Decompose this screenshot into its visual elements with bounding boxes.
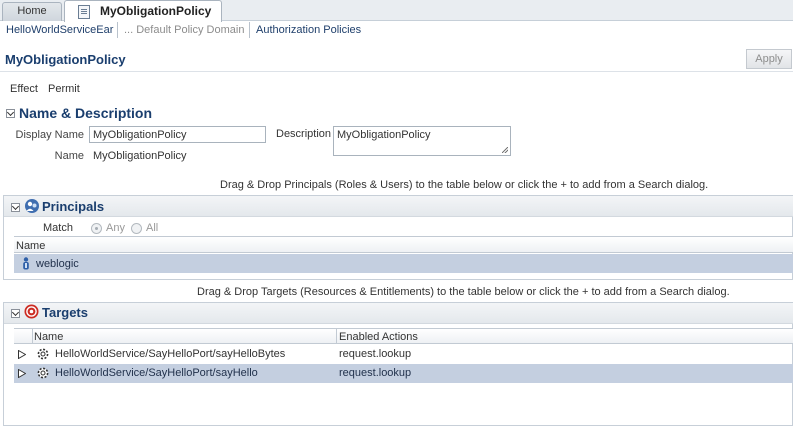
targets-hint: Drag & Drop Targets (Resources & Entitle… [197,286,730,298]
page-title: MyObligationPolicy [5,52,126,67]
expand-row-icon[interactable] [18,350,26,359]
description-label: Description [276,128,332,140]
name-label: Name [54,150,84,162]
name-value: MyObligationPolicy [93,150,187,162]
description-textarea[interactable]: MyObligationPolicy [333,126,511,156]
target-actions: request.lookup [339,348,412,360]
tab-home[interactable]: Home [2,2,62,21]
column-divider [336,329,337,343]
display-name-label: Display Name [15,129,84,141]
resize-grip-icon[interactable] [502,147,508,153]
targets-enabled-actions-column[interactable]: Enabled Actions [339,331,418,343]
table-row[interactable]: HelloWorldService/SayHelloPort/sayHello … [14,364,793,383]
collapse-name-description-icon[interactable] [6,109,15,118]
principals-hint: Drag & Drop Principals (Roles & Users) t… [220,179,709,191]
breadcrumb-separator [117,22,118,38]
breadcrumb-separator [249,22,250,38]
targets-icon [24,304,39,319]
principals-title: Principals [42,199,105,214]
expand-row-icon[interactable] [18,369,26,378]
name-description-title: Name & Description [19,105,153,121]
title-divider [0,71,793,72]
collapse-targets-icon[interactable] [11,309,20,318]
principals-header [4,196,793,217]
apply-button[interactable]: Apply [746,49,792,69]
targets-name-column[interactable]: Name [34,331,63,343]
match-all-radio[interactable] [131,223,142,234]
breadcrumb-authorization-policies[interactable]: Authorization Policies [256,24,361,36]
gear-icon [37,348,49,360]
target-name: HelloWorldService/SayHelloPort/sayHello [55,367,258,379]
target-actions: request.lookup [339,367,412,379]
match-any-label: Any [106,222,125,234]
user-icon [23,257,29,270]
breadcrumb-hello-world-service-ear[interactable]: HelloWorldServiceEar [6,24,113,36]
description-text: MyObligationPolicy [337,129,431,141]
tab-label: MyObligationPolicy [100,4,212,18]
effect-value: Permit [48,83,80,95]
principals-name-column: Name [16,240,46,252]
display-name-input[interactable] [89,126,266,143]
breadcrumb-default-policy-domain[interactable]: ... Default Policy Domain [124,24,244,36]
match-label: Match [43,222,73,234]
gear-icon [37,367,49,379]
table-row[interactable]: HelloWorldService/SayHelloPort/sayHelloB… [14,345,793,364]
match-all-label: All [146,222,159,234]
targets-header [4,303,793,324]
targets-column-header: Name Enabled Actions [14,328,793,344]
column-divider [32,329,33,343]
targets-title: Targets [42,305,88,320]
policy-document-icon [78,5,90,19]
tab-my-obligation-policy[interactable]: MyObligationPolicy [64,0,222,22]
collapse-principals-icon[interactable] [11,203,20,212]
table-row[interactable]: weblogic [14,254,793,273]
principals-column-header[interactable]: Name [14,236,793,253]
principal-name: weblogic [36,258,79,270]
match-any-radio[interactable] [91,223,102,234]
effect-label: Effect [10,83,38,95]
principals-users-icon [25,199,39,213]
target-name: HelloWorldService/SayHelloPort/sayHelloB… [55,348,286,360]
